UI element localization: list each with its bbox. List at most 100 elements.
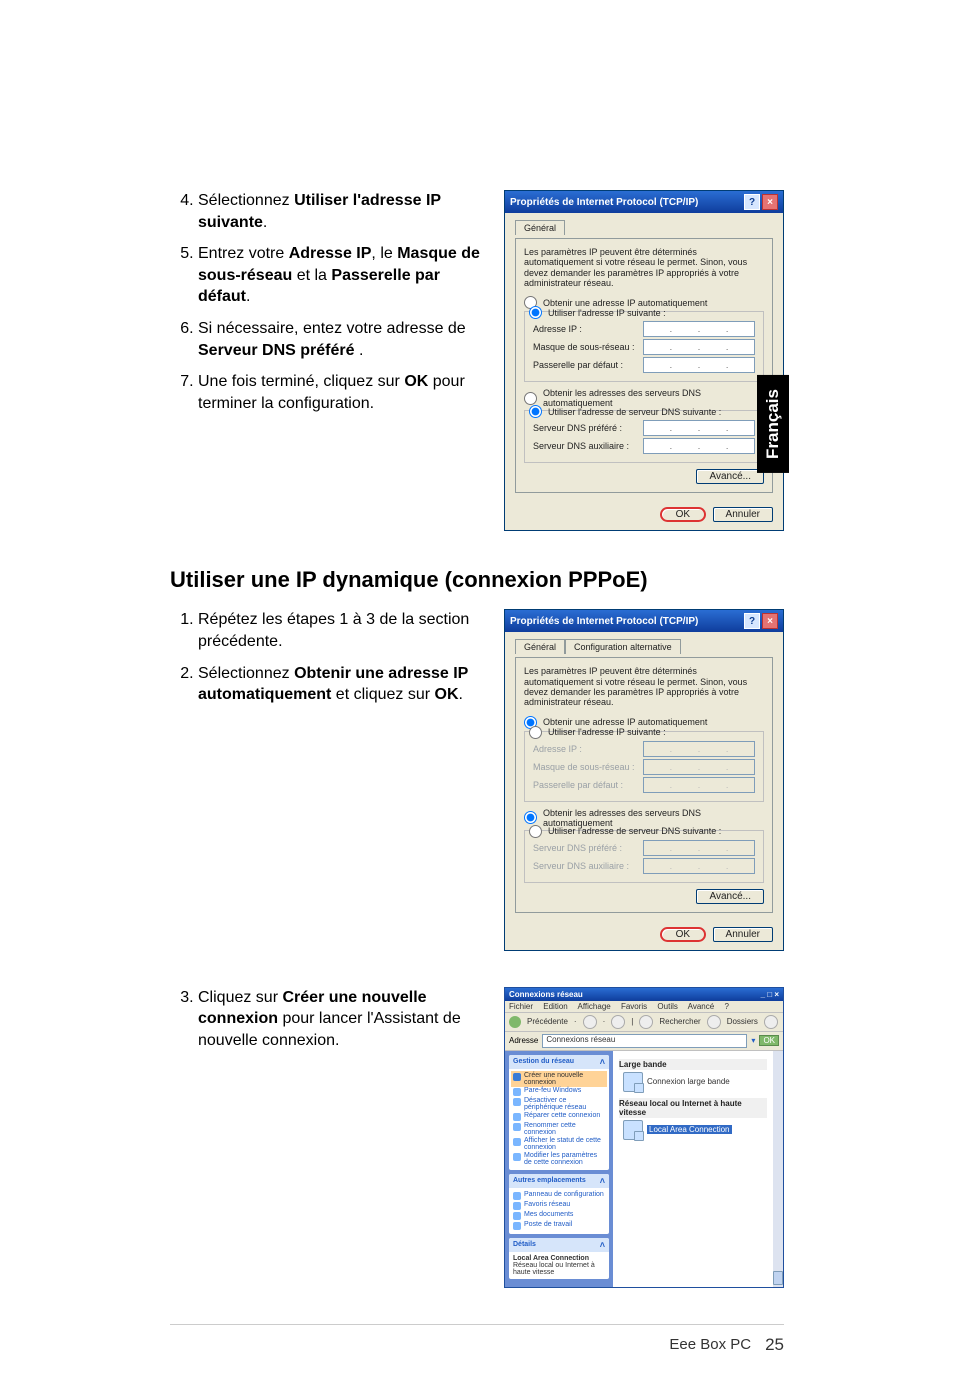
t: OK (435, 686, 459, 703)
taskbox-header[interactable]: Gestion du réseau (513, 1058, 574, 1065)
other-network-places[interactable]: Favoris réseau (513, 1201, 605, 1210)
views-icon[interactable] (764, 1015, 778, 1029)
toolbar: Précédente · · | Rechercher Dossiers (505, 1013, 783, 1032)
folders-label[interactable]: Dossiers (727, 1017, 758, 1026)
input-mask: ... (643, 759, 755, 775)
step-4-pre: Sélectionnez (198, 192, 294, 209)
back-label[interactable]: Précédente (527, 1017, 568, 1026)
ok-button[interactable]: OK (660, 507, 706, 522)
details-name: Local Area Connection (513, 1255, 605, 1262)
maximize-icon[interactable]: □ (767, 990, 772, 999)
task-label: Créer une nouvelle connexion (524, 1072, 605, 1086)
menubar[interactable]: Fichier Edition Affichage Favoris Outils… (505, 1001, 783, 1013)
task-status[interactable]: Afficher le statut de cette connexion (513, 1137, 605, 1151)
task-settings[interactable]: Modifier les paramètres de cette connexi… (513, 1152, 605, 1166)
search-label[interactable]: Rechercher (659, 1017, 700, 1026)
t: . (246, 288, 250, 305)
menu-file[interactable]: Fichier (509, 1002, 533, 1011)
task-label: Renommer cette connexion (524, 1122, 605, 1136)
input-mask[interactable]: ... (643, 339, 755, 355)
connection-label: Local Area Connection (647, 1125, 732, 1134)
radio-auto-dns[interactable] (524, 811, 537, 824)
advanced-button[interactable]: Avancé... (696, 889, 764, 904)
tab-general[interactable]: Général (515, 639, 565, 654)
task-disable[interactable]: Désactiver ce périphérique réseau (513, 1097, 605, 1111)
scrollbar-thumb[interactable] (773, 1271, 783, 1285)
chevron-up-icon[interactable]: ˄ (600, 1176, 605, 1186)
t: Adresse IP (289, 245, 372, 262)
dialog-titlebar[interactable]: Propriétés de Internet Protocol (TCP/IP)… (505, 191, 783, 213)
radio-use-dns[interactable] (529, 405, 542, 418)
addressbar-label: Adresse (509, 1036, 538, 1045)
connection-item-lan[interactable]: Local Area Connection (623, 1120, 767, 1140)
label-use-dns: Utiliser l'adresse de serveur DNS suivan… (548, 407, 721, 417)
tab-general[interactable]: Général (515, 220, 565, 235)
ok-button[interactable]: OK (660, 927, 706, 942)
radio-use-dns[interactable] (529, 825, 542, 838)
chevron-up-icon[interactable]: ˄ (600, 1057, 605, 1067)
input-gateway[interactable]: ... (643, 357, 755, 373)
step-c3: Cliquez sur Créer une nouvelle connexion… (198, 987, 482, 1052)
folders-icon[interactable] (707, 1015, 721, 1029)
label-auto-dns: Obtenir les adresses des serveurs DNS au… (543, 808, 764, 828)
taskbox-header[interactable]: Détails (513, 1241, 536, 1248)
shield-icon (513, 1088, 521, 1096)
task-firewall[interactable]: Pare-feu Windows (513, 1087, 605, 1096)
connection-item-broadband[interactable]: Connexion large bande (623, 1072, 767, 1092)
menu-tools[interactable]: Outils (657, 1002, 677, 1011)
go-button[interactable]: OK (759, 1035, 779, 1046)
radio-use-ip[interactable] (529, 726, 542, 739)
back-icon[interactable] (509, 1016, 521, 1028)
menu-favorites[interactable]: Favoris (621, 1002, 647, 1011)
taskbox-header[interactable]: Autres emplacements (513, 1177, 586, 1184)
step-6: Si nécessaire, entez votre adresse de Se… (198, 318, 482, 361)
tcpip-dialog-2: Propriétés de Internet Protocol (TCP/IP)… (504, 609, 784, 950)
close-icon[interactable]: × (762, 613, 778, 629)
menu-advanced[interactable]: Avancé (688, 1002, 715, 1011)
up-icon[interactable] (611, 1015, 625, 1029)
scrollbar[interactable] (773, 1051, 783, 1287)
details-desc: Réseau local ou Internet à haute vitesse (513, 1262, 605, 1276)
steps-list-c: Cliquez sur Créer une nouvelle connexion… (170, 987, 482, 1052)
input-dns1: ... (643, 840, 755, 856)
other-control-panel[interactable]: Panneau de configuration (513, 1191, 605, 1200)
close-icon[interactable]: × (774, 990, 779, 999)
radio-auto-dns[interactable] (524, 392, 537, 405)
input-dns1[interactable]: ... (643, 420, 755, 436)
menu-help[interactable]: ? (724, 1002, 728, 1011)
task-label: Modifier les paramètres de cette connexi… (524, 1152, 605, 1166)
close-icon[interactable]: × (762, 194, 778, 210)
footer-page-number: 25 (765, 1335, 784, 1355)
label-ip: Adresse IP : (533, 744, 582, 754)
task-repair[interactable]: Réparer cette connexion (513, 1112, 605, 1121)
help-icon[interactable]: ? (744, 613, 760, 629)
chevron-up-icon[interactable]: ˄ (600, 1240, 605, 1250)
forward-icon[interactable] (583, 1015, 597, 1029)
cancel-button[interactable]: Annuler (713, 927, 773, 942)
wizard-icon (513, 1073, 521, 1081)
input-ip[interactable]: ... (643, 321, 755, 337)
radio-use-ip[interactable] (529, 306, 542, 319)
input-dns2[interactable]: ... (643, 438, 755, 454)
cancel-button[interactable]: Annuler (713, 507, 773, 522)
advanced-button[interactable]: Avancé... (696, 469, 764, 484)
menu-view[interactable]: Affichage (578, 1002, 611, 1011)
dialog-titlebar[interactable]: Propriétés de Internet Protocol (TCP/IP)… (505, 610, 783, 632)
other-my-computer[interactable]: Poste de travail (513, 1221, 605, 1230)
task-rename[interactable]: Renommer cette connexion (513, 1122, 605, 1136)
menu-edit[interactable]: Edition (543, 1002, 567, 1011)
search-icon[interactable] (639, 1015, 653, 1029)
other-my-documents[interactable]: Mes documents (513, 1211, 605, 1220)
addressbar-input[interactable]: Connexions réseau (542, 1034, 747, 1048)
tab-alt-config[interactable]: Configuration alternative (565, 639, 681, 654)
window-titlebar[interactable]: Connexions réseau _ □ × (505, 988, 783, 1001)
minimize-icon[interactable]: _ (761, 990, 765, 999)
connections-main-pane: Large bande Connexion large bande Réseau… (613, 1051, 773, 1287)
t: et la (292, 267, 331, 284)
help-icon[interactable]: ? (744, 194, 760, 210)
label-dns1: Serveur DNS préféré : (533, 843, 622, 853)
dropdown-icon[interactable]: ▾ (751, 1036, 755, 1045)
category-lan: Réseau local ou Internet à haute vitesse (619, 1098, 767, 1118)
input-ip: ... (643, 741, 755, 757)
task-create-connection[interactable]: Créer une nouvelle connexion (511, 1071, 607, 1087)
